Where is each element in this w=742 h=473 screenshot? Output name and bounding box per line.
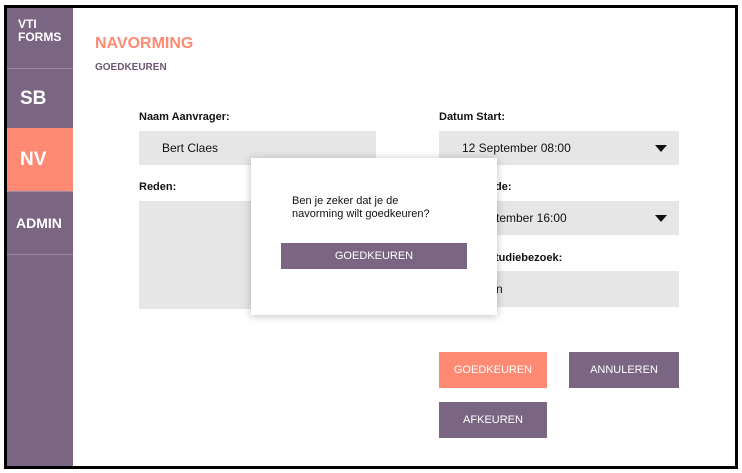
sidebar: VTI FORMS SB NV ADMIN — [7, 8, 73, 466]
page-subtitle: GOEDKEUREN — [95, 62, 167, 73]
sidebar-item-label: NV — [20, 148, 47, 170]
sidebar-item-label: ADMIN — [16, 215, 62, 231]
page-title: NAVORMING — [95, 35, 194, 52]
sidebar-item-label: SB — [20, 87, 47, 109]
approve-button[interactable]: GOEDKEUREN — [439, 352, 547, 388]
chevron-down-icon — [655, 145, 667, 152]
reason-label: Reden: — [139, 181, 177, 193]
sidebar-item-nv[interactable]: NV — [7, 128, 73, 191]
end-date-label-text: de: — [495, 181, 512, 193]
sidebar-item-sb[interactable]: SB — [7, 68, 73, 128]
confirm-dialog: Ben je zeker dat je de navorming wilt go… — [251, 158, 497, 315]
confirm-message-line-2: navorming wilt goedkeuren? — [292, 208, 430, 220]
study-visit-value: n — [496, 282, 503, 296]
cancel-button[interactable]: ANNULEREN — [569, 352, 679, 388]
applicant-label: Naam Aanvrager: — [139, 111, 230, 123]
start-date-value: 12 September 08:00 — [462, 141, 571, 155]
confirm-message-line-1: Ben je zeker dat je de — [292, 195, 399, 207]
sidebar-item-admin[interactable]: ADMIN — [7, 191, 73, 255]
study-visit-label-text: tudiebezoek: — [495, 252, 563, 264]
applicant-value: Bert Claes — [162, 141, 219, 155]
chevron-down-icon — [655, 215, 667, 222]
confirm-message: Ben je zeker dat je de navorming wilt go… — [292, 195, 472, 221]
reject-button[interactable]: AFKEUREN — [439, 402, 547, 438]
logo-line-2: FORMS — [18, 30, 62, 44]
end-date-value: tember 16:00 — [496, 211, 567, 225]
confirm-approve-button[interactable]: GOEDKEUREN — [281, 243, 467, 269]
app-logo[interactable]: VTI FORMS — [7, 8, 73, 66]
start-date-label: Datum Start: — [439, 111, 506, 123]
app-window: VTI FORMS SB NV ADMIN NAVORMING GOEDKEUR… — [4, 5, 738, 469]
